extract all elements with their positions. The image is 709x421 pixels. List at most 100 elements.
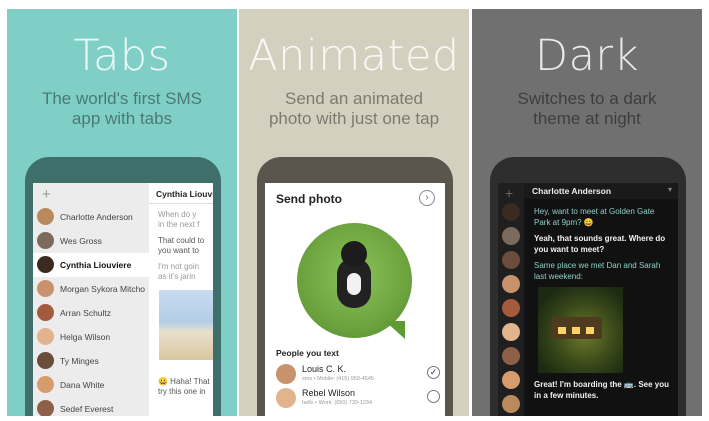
promo-panel-tabs: Tabs The world's first SMS app with tabs… [7,9,237,416]
message-text: in the next f [158,220,200,229]
avatar-tab[interactable] [502,203,520,221]
thread-title: Charlotte Anderson [532,186,612,196]
panel-subtitle-line: app with tabs [71,109,173,128]
message-text: I'm not goin [158,262,200,271]
phone-screen: Send photo › People you text Louis C. K.… [265,183,445,416]
checkbox-icon[interactable] [427,390,440,403]
message-text: Yeah, that sounds great. Where do [534,234,666,243]
message-photo[interactable] [538,287,623,373]
avatar [276,388,296,408]
avatar [37,280,54,297]
panel-subtitle: The world's first SMS app with tabs [7,89,237,129]
conversation-name: Dana White [60,380,105,390]
panel-subtitle: Send an animated photo with just one tap [239,89,469,129]
window-light [586,327,594,334]
window-light [572,327,580,334]
conversation-tab[interactable]: Wes Gross [33,229,149,253]
next-arrow-icon[interactable]: › [419,190,435,206]
avatar-tab[interactable] [502,371,520,389]
avatar [37,400,54,416]
conversation-tab[interactable]: Ty Minges [33,349,149,373]
phone-frame: + Charlotte Anderson ▾ Hey, want to meet… [490,157,686,416]
conversation-tab[interactable]: Dana White [33,373,149,397]
panel-subtitle-line: Send an animated [285,89,423,108]
panel-subtitle-line: photo with just one tap [268,109,440,128]
contact-name: Rebel Wilson [302,388,356,398]
conversation-tab-active[interactable]: Cynthia Liouviere [33,253,149,277]
phone-frame: + Charlotte Anderson Wes Gross Cynthia L… [25,157,221,416]
bubble-tail [385,321,405,339]
message-text: in a few minutes. [534,391,599,400]
message-text: Great! I'm boarding the 🚌. See you [534,380,669,389]
contact-name: Louis C. K. [302,364,347,374]
message-text: Hey, want to meet at Golden Gate [534,207,655,216]
panel-subtitle-line: Switches to a dark [517,89,657,108]
avatar-tab[interactable] [502,347,520,365]
thread-header: Charlotte Anderson ▾ [524,183,678,199]
section-label: People you text [276,348,339,358]
avatar [37,208,54,225]
avatar-tab[interactable] [502,395,520,413]
conversation-name: Morgan Sykora Mitcho [60,284,146,294]
panel-subtitle: Switches to a dark theme at night [472,89,702,129]
panel-headline: Tabs [73,31,171,81]
avatar-tab[interactable] [502,251,520,269]
message-text: That could to [158,236,205,245]
add-conversation-button[interactable]: + [505,185,513,201]
avatar [276,364,296,384]
message-text: Park at 9pm? 😀 [534,218,594,227]
message-text: try this one in [158,387,206,396]
check-icon[interactable]: ✓ [427,366,440,379]
conversation-name: Wes Gross [60,236,102,246]
message-text: you want to [158,246,199,255]
conversation-tab[interactable]: Helga Wilson [33,325,149,349]
dog-head [341,241,367,267]
avatar [37,328,54,345]
conversation-name: Charlotte Anderson [60,212,133,222]
phone-screen: + Charlotte Anderson ▾ Hey, want to meet… [498,183,678,416]
screen-title: Send photo [276,192,342,206]
promo-panel-animated: Animated Send an animated photo with jus… [239,9,469,416]
panel-subtitle-line: The world's first SMS [41,89,203,108]
conversation-tab[interactable]: Charlotte Anderson [33,205,149,229]
panel-headline: Dark [534,31,640,81]
conversation-name: Sedef Everest [60,404,114,414]
message-text: 😀 Haha! That [158,377,210,386]
conversation-tab[interactable]: Morgan Sykora Mitcho [33,277,149,301]
thread-title: Cynthia Liouvi [156,189,213,199]
message-text: Same place we met Dan and Sarah [534,261,661,270]
avatar-tab[interactable] [502,323,520,341]
contact-row[interactable]: Rebel Wilson hello • Work: (650) 739-123… [276,387,445,411]
message-photo[interactable] [159,290,213,360]
phone-screen: + Charlotte Anderson Wes Gross Cynthia L… [33,183,213,416]
conversation-tab[interactable]: Arran Schultz [33,301,149,325]
message-text: When do y [158,210,197,219]
contact-row[interactable]: Louis C. K. sms • Mobile: (415) 959-4545… [276,363,445,387]
window-light [558,327,566,334]
divider [149,203,213,204]
add-conversation-button[interactable]: + [42,186,51,203]
chevron-down-icon[interactable]: ▾ [668,185,672,194]
contact-detail: sms • Mobile: (415) 959-4545 [302,376,374,382]
message-text: last weekend: [534,272,583,281]
conversation-name: Cynthia Liouviere [60,260,132,270]
dog-chest [347,273,361,295]
avatar-tab[interactable] [502,227,520,245]
panel-subtitle-line: theme at night [533,109,641,128]
avatar [37,232,54,249]
avatar [37,352,54,369]
panel-headline: Animated [248,31,460,81]
conversation-name: Ty Minges [60,356,99,366]
message-text: you want to meet? [534,245,605,254]
avatar-tab-rail: + [498,183,524,416]
avatar [37,376,54,393]
phone-frame: Send photo › People you text Louis C. K.… [257,157,453,416]
promo-panel-dark: Dark Switches to a dark theme at night +… [472,9,702,416]
conversation-tab-list: + Charlotte Anderson Wes Gross Cynthia L… [33,183,149,416]
avatar-tab[interactable] [502,299,520,317]
avatar [37,256,54,273]
avatar [37,304,54,321]
contact-detail: hello • Work: (650) 739-1234 [302,400,373,406]
conversation-tab[interactable]: Sedef Everest [33,397,149,416]
avatar-tab[interactable] [502,275,520,293]
